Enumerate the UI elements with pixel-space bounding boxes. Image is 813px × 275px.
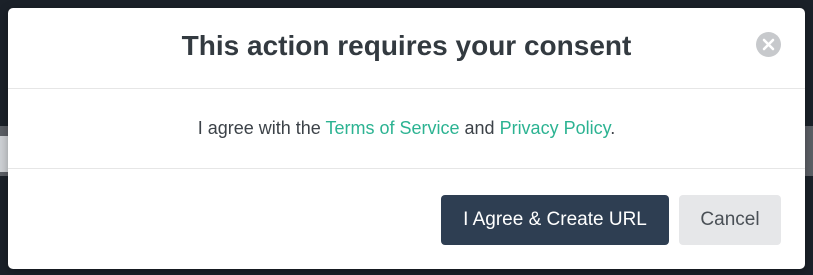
- modal-header: This action requires your consent: [8, 8, 805, 89]
- cancel-button[interactable]: Cancel: [679, 195, 781, 245]
- modal-body: I agree with the Terms of Service and Pr…: [8, 89, 805, 169]
- consent-middle: and: [459, 118, 500, 138]
- privacy-policy-link[interactable]: Privacy Policy: [500, 118, 611, 138]
- terms-of-service-link[interactable]: Terms of Service: [325, 118, 459, 138]
- modal-title: This action requires your consent: [181, 30, 632, 61]
- consent-text: I agree with the Terms of Service and Pr…: [198, 118, 616, 139]
- close-icon: [762, 38, 775, 51]
- consent-modal: This action requires your consent I agre…: [8, 8, 805, 269]
- consent-prefix: I agree with the: [197, 118, 326, 138]
- agree-create-url-button[interactable]: I Agree & Create URL: [441, 195, 669, 245]
- consent-suffix: .: [610, 118, 616, 138]
- close-button[interactable]: [756, 32, 781, 57]
- modal-footer: I Agree & Create URL Cancel: [8, 169, 805, 269]
- background-search-input: [0, 136, 8, 172]
